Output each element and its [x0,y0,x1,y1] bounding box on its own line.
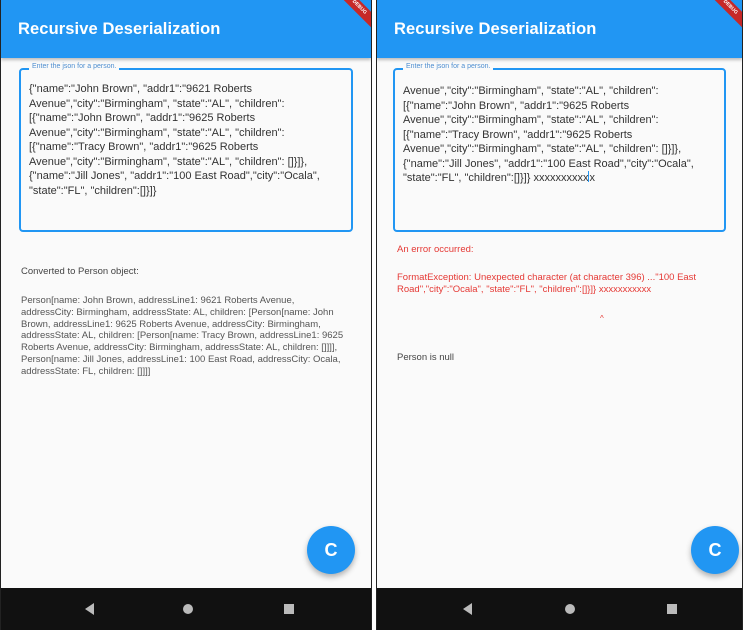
android-nav-bar [1,588,371,630]
app-bar: Recursive Deserialization DEBUG [1,0,371,58]
debug-banner: DEBUG [333,0,371,33]
app-title: Recursive Deserialization [394,20,597,38]
home-circle-icon[interactable] [183,604,193,614]
refresh-icon: C [324,540,338,560]
recents-square-icon[interactable] [667,604,677,614]
json-input-label: Enter the json for a person. [403,63,494,70]
app-bar: Recursive Deserialization DEBUG [377,0,742,58]
error-message: FormatException: Unexpected character (a… [397,272,697,295]
right-phone-screen: Recursive Deserialization DEBUG Enter th… [376,0,743,630]
back-triangle-icon[interactable] [85,603,94,615]
json-input-label: Enter the json for a person. [29,63,120,70]
person-status: Person is null [397,352,455,363]
json-input-value[interactable]: {"name":"John Brown", "addr1":"9621 Robe… [29,82,345,198]
back-triangle-icon[interactable] [463,603,472,615]
json-trailing-text-after-caret: x [589,172,595,184]
app-title: Recursive Deserialization [18,20,221,38]
refresh-icon: C [708,540,722,560]
json-input-text: Avenue","city":"Birmingham", "state":"AL… [403,85,694,184]
left-phone-screen: Recursive Deserialization DEBUG Enter th… [0,0,372,630]
result-label: Converted to Person object: [21,266,139,277]
person-result-text: Person[name: John Brown, addressLine1: 9… [21,295,344,377]
error-pointer: ^ [600,314,604,323]
refresh-button[interactable]: C [691,526,739,574]
json-input-field[interactable]: Enter the json for a person. {"name":"Jo… [19,63,353,232]
json-input-field[interactable]: Enter the json for a person. Avenue","ci… [393,63,726,232]
json-trailing-text: xxxxxxxxxx [533,172,589,184]
android-nav-bar [377,588,742,630]
json-input-value[interactable]: Avenue","city":"Birmingham", "state":"AL… [403,84,718,186]
home-circle-icon[interactable] [565,604,575,614]
debug-banner: DEBUG [704,0,742,33]
refresh-button[interactable]: C [307,526,355,574]
error-heading: An error occurred: [397,244,474,255]
recents-square-icon[interactable] [284,604,294,614]
